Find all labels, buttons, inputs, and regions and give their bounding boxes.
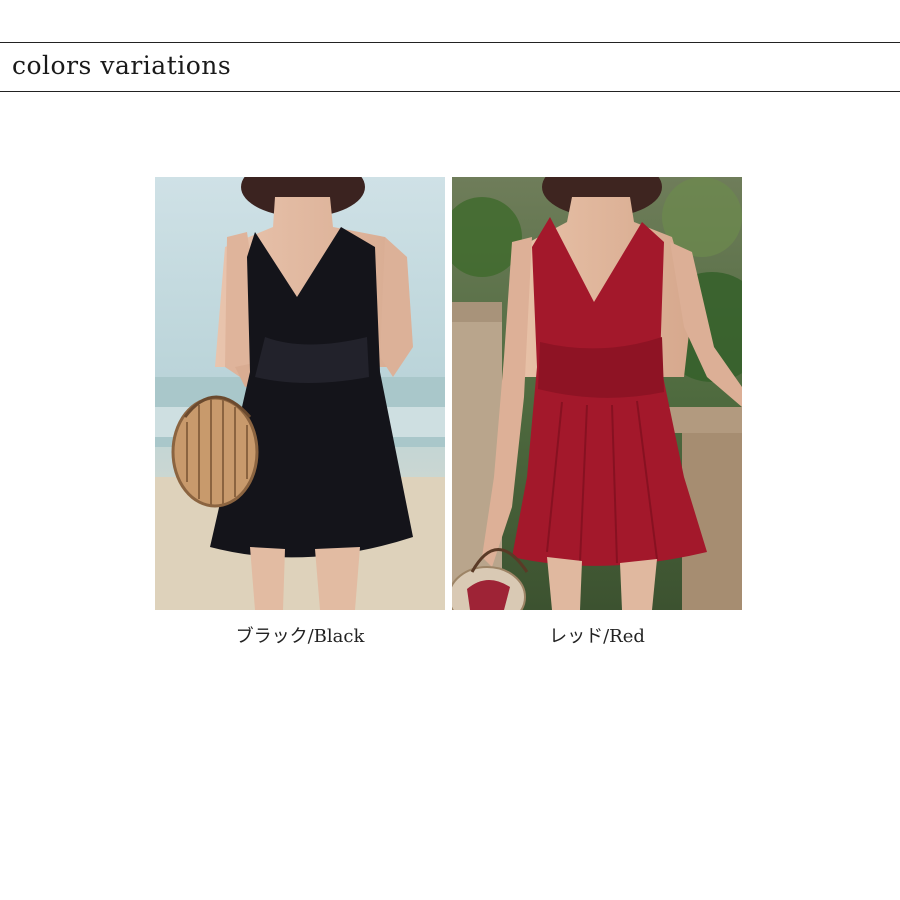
product-photo-red[interactable] bbox=[452, 177, 742, 610]
product-photo-black[interactable] bbox=[155, 177, 445, 610]
section-header: colors variations bbox=[0, 42, 900, 92]
caption-red: レッド/Red bbox=[549, 626, 645, 647]
black-swimsuit-image bbox=[155, 177, 445, 610]
caption-black: ブラック/Black bbox=[235, 626, 365, 647]
red-swimsuit-image bbox=[452, 177, 742, 610]
section-title: colors variations bbox=[12, 51, 232, 80]
